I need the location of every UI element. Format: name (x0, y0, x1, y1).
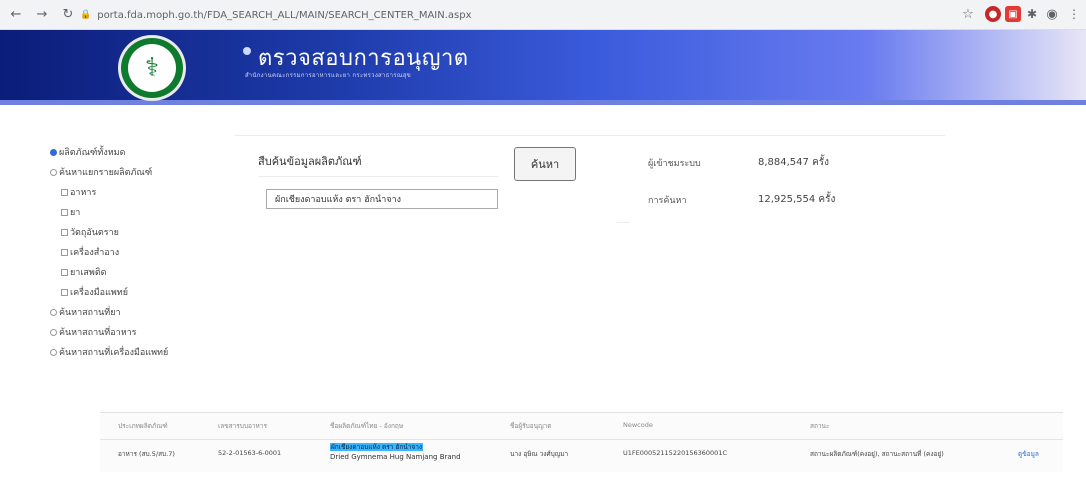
product-search-input[interactable] (266, 189, 498, 209)
caduceus-icon: ⚕ (128, 44, 176, 92)
reload-icon[interactable]: ↻ (58, 5, 78, 25)
results-table: ประเภทผลิตภัณฑ์ เลขสารบบอาหาร ชื่อผลิตภั… (100, 412, 1063, 472)
row-reg-no: 52-2-01563-6-0001 (218, 449, 282, 457)
back-icon[interactable]: ← (6, 5, 26, 25)
star-icon[interactable]: ☆ (960, 6, 976, 22)
col-header-type: ประเภทผลิตภัณฑ์ (118, 422, 168, 430)
row-detail-link[interactable]: ดูข้อมูล (1018, 449, 1039, 459)
row-name-en: Dried Gymnema Hug Namjang Brand (330, 453, 461, 461)
profile-icon[interactable]: ◉ (1044, 6, 1060, 22)
browser-toolbar: ← → ↻ 🔒 porta.fda.moph.go.th/FDA_SEARCH_… (0, 0, 1086, 30)
checkbox-icon[interactable] (61, 248, 68, 256)
option-by-product-type[interactable]: ค้นหาแยกรายผลิตภัณฑ์ (50, 162, 168, 182)
visitors-label: ผู้เข้าชมระบบ (648, 159, 701, 169)
checkbox-icon[interactable] (61, 288, 68, 296)
row-licensee: นาง อุษิณ วงศ์บุญมา (510, 450, 569, 458)
search-label: สืบค้นข้อมูลผลิตภัณฑ์ (258, 155, 362, 168)
extension-red-icon[interactable]: ● (985, 6, 1001, 22)
option-food[interactable]: อาหาร (50, 182, 168, 202)
site-subtitle: สำนักงานคณะกรรมการอาหารและยา กระทรวงสาธา… (245, 72, 412, 79)
option-drug-premises[interactable]: ค้นหาสถานที่ยา (50, 302, 168, 322)
extension-pdf-icon[interactable]: ▣ (1005, 6, 1021, 22)
forward-icon[interactable]: → (32, 5, 52, 25)
radio-icon[interactable] (50, 308, 57, 316)
url-text: porta.fda.moph.go.th/FDA_SEARCH_ALL/MAIN… (97, 9, 472, 21)
radio-selected-icon[interactable] (50, 148, 57, 156)
row-newcode: U1FE00052115220156360001C (623, 449, 727, 457)
fda-logo[interactable]: ⚕ (118, 35, 186, 101)
option-hazardous[interactable]: วัตถุอันตราย (50, 222, 168, 242)
searches-label: การค้นหา (648, 196, 687, 206)
col-header-product-name: ชื่อผลิตภัณฑ์ไทย - อังกฤษ (330, 422, 404, 430)
option-medical-device[interactable]: เครื่องมือแพทย์ (50, 282, 168, 302)
option-food-premises[interactable]: ค้นหาสถานที่อาหาร (50, 322, 168, 342)
row-name-th: ผักเชียงดาอบแห้ง ตรา ฮักนำจาง (330, 443, 424, 451)
option-all-products[interactable]: ผลิตภัณฑ์ทั้งหมด (50, 142, 168, 162)
divider (235, 135, 945, 136)
search-type-options: ผลิตภัณฑ์ทั้งหมด ค้นหาแยกรายผลิตภัณฑ์ อา… (50, 142, 168, 362)
search-button[interactable]: ค้นหา (514, 147, 576, 181)
col-header-newcode: Newcode (623, 421, 653, 429)
row-type: อาหาร (สบ.5/สบ.7) (118, 450, 175, 458)
title-bullet-icon (243, 47, 251, 55)
checkbox-icon[interactable] (61, 188, 68, 196)
col-header-licensee: ชื่อผู้รับอนุญาต (510, 422, 552, 430)
option-meddev-premises[interactable]: ค้นหาสถานที่เครื่องมือแพทย์ (50, 342, 168, 362)
puzzle-icon[interactable]: ✱ (1024, 6, 1040, 22)
checkbox-icon[interactable] (61, 268, 68, 276)
lock-icon: 🔒 (80, 10, 92, 20)
divider (617, 222, 630, 223)
menu-icon[interactable]: ⋮ (1066, 6, 1082, 22)
col-header-reg-no: เลขสารบบอาหาร (218, 422, 267, 430)
checkbox-icon[interactable] (61, 228, 68, 236)
visitors-count: 8,884,547 ครั้ง (758, 157, 830, 168)
radio-icon[interactable] (50, 328, 57, 336)
divider (100, 439, 1063, 440)
option-cosmetics[interactable]: เครื่องสำอาง (50, 242, 168, 262)
divider (258, 176, 498, 177)
row-status: สถานะผลิตภัณฑ์(คงอยู่), สถานะสถานที่ (คง… (810, 450, 944, 458)
col-header-status: สถานะ (810, 422, 830, 430)
radio-icon[interactable] (50, 348, 57, 356)
option-drug[interactable]: ยา (50, 202, 168, 222)
checkbox-icon[interactable] (61, 208, 68, 216)
searches-count: 12,925,554 ครั้ง (758, 194, 836, 205)
option-narcotics[interactable]: ยาเสพติด (50, 262, 168, 282)
radio-icon[interactable] (50, 168, 57, 176)
address-bar[interactable]: 🔒 porta.fda.moph.go.th/FDA_SEARCH_ALL/MA… (80, 5, 930, 25)
